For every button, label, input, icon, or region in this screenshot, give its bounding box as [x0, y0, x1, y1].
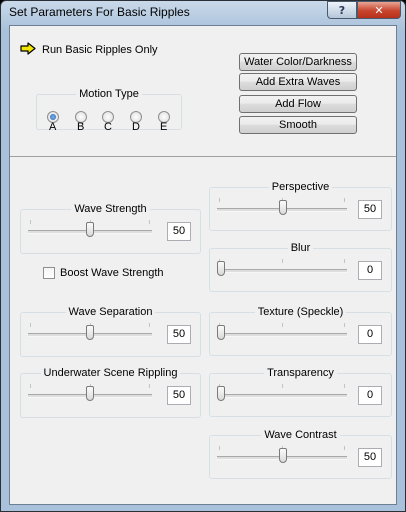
- slider-tick: [149, 384, 150, 388]
- wave-separation-slider[interactable]: [28, 322, 152, 348]
- blur-group: Blur 0: [209, 242, 392, 292]
- slider-thumb[interactable]: [86, 386, 94, 401]
- slider-track: [217, 333, 347, 337]
- slider-thumb[interactable]: [86, 222, 94, 237]
- perspective-slider[interactable]: [217, 197, 347, 223]
- slider-tick: [282, 323, 283, 327]
- wave-contrast-value[interactable]: 50: [358, 448, 382, 467]
- smooth-button[interactable]: Smooth: [239, 116, 357, 134]
- dialog-body: Run Basic Ripples Only Motion Type A B C…: [9, 25, 397, 505]
- transparency-slider[interactable]: [217, 383, 347, 409]
- blur-value[interactable]: 0: [358, 261, 382, 280]
- wave-contrast-group: Wave Contrast 50: [209, 429, 392, 479]
- slider-tick: [344, 446, 345, 450]
- add-extra-waves-button[interactable]: Add Extra Waves: [239, 73, 357, 91]
- transparency-value[interactable]: 0: [358, 386, 382, 405]
- checkbox-box[interactable]: [43, 267, 55, 279]
- slider-tick: [344, 259, 345, 263]
- close-icon: ✕: [374, 3, 384, 17]
- motion-label-c: C: [104, 121, 112, 133]
- arrow-right-icon: [20, 42, 36, 58]
- slider-tick: [282, 384, 283, 388]
- wave-strength-value[interactable]: 50: [167, 222, 191, 241]
- wave-strength-slider[interactable]: [28, 219, 152, 245]
- water-color-darkness-button[interactable]: Water Color/Darkness: [239, 53, 357, 71]
- slider-tick: [282, 259, 283, 263]
- blur-slider[interactable]: [217, 258, 347, 284]
- motion-label-d: D: [132, 121, 140, 133]
- slider-thumb[interactable]: [279, 448, 287, 463]
- boost-wave-strength-checkbox[interactable]: Boost Wave Strength: [43, 267, 164, 279]
- wave-contrast-slider[interactable]: [217, 445, 347, 471]
- motion-label-b: B: [77, 121, 85, 133]
- slider-tick: [219, 198, 220, 202]
- transparency-group: Transparency 0: [209, 367, 392, 417]
- underwater-rippling-label: Underwater Scene Rippling: [43, 367, 178, 379]
- slider-tick: [344, 384, 345, 388]
- title-bar[interactable]: Set Parameters For Basic Ripples ? ✕: [1, 1, 405, 25]
- perspective-group: Perspective 50: [209, 181, 392, 231]
- perspective-value[interactable]: 50: [358, 200, 382, 219]
- texture-speckle-label: Texture (Speckle): [257, 306, 344, 318]
- blur-label: Blur: [290, 242, 311, 254]
- motion-label-a: A: [49, 121, 57, 133]
- slider-tick: [30, 384, 31, 388]
- slider-thumb[interactable]: [217, 325, 225, 340]
- slider-tick: [30, 323, 31, 327]
- wave-separation-value[interactable]: 50: [167, 325, 191, 344]
- slider-tick: [30, 220, 31, 224]
- underwater-rippling-value[interactable]: 50: [167, 386, 191, 405]
- run-basic-ripples-label: Run Basic Ripples Only: [42, 44, 158, 56]
- add-flow-button[interactable]: Add Flow: [239, 95, 357, 113]
- motion-type-legend: Motion Type: [79, 88, 139, 100]
- slider-thumb[interactable]: [86, 325, 94, 340]
- slider-track: [217, 269, 347, 273]
- wave-strength-group: Wave Strength 50: [20, 203, 201, 254]
- slider-tick: [149, 220, 150, 224]
- slider-track: [217, 394, 347, 398]
- texture-speckle-group: Texture (Speckle) 0: [209, 306, 392, 356]
- wave-strength-label: Wave Strength: [74, 203, 147, 215]
- slider-tick: [149, 323, 150, 327]
- underwater-rippling-group: Underwater Scene Rippling 50: [20, 367, 201, 418]
- motion-label-e: E: [160, 121, 168, 133]
- slider-thumb[interactable]: [217, 261, 225, 276]
- slider-tick: [219, 446, 220, 450]
- slider-tick: [344, 323, 345, 327]
- boost-wave-strength-label: Boost Wave Strength: [60, 267, 164, 279]
- slider-thumb[interactable]: [279, 200, 287, 215]
- perspective-label: Perspective: [271, 181, 330, 193]
- close-button[interactable]: ✕: [357, 1, 401, 19]
- underwater-rippling-slider[interactable]: [28, 383, 152, 409]
- question-icon: ?: [338, 3, 346, 17]
- dialog-window: Set Parameters For Basic Ripples ? ✕ Run…: [0, 0, 406, 512]
- texture-speckle-slider[interactable]: [217, 322, 347, 348]
- slider-tick: [344, 198, 345, 202]
- texture-speckle-value[interactable]: 0: [358, 325, 382, 344]
- window-title: Set Parameters For Basic Ripples: [9, 5, 190, 19]
- slider-thumb[interactable]: [217, 386, 225, 401]
- help-button[interactable]: ?: [327, 1, 357, 19]
- wave-separation-label: Wave Separation: [68, 306, 153, 318]
- run-basic-ripples-option[interactable]: Run Basic Ripples Only: [20, 42, 158, 58]
- wave-separation-group: Wave Separation 50: [20, 306, 201, 357]
- transparency-label: Transparency: [267, 367, 334, 379]
- wave-contrast-label: Wave Contrast: [264, 429, 337, 441]
- section-divider: [10, 156, 396, 157]
